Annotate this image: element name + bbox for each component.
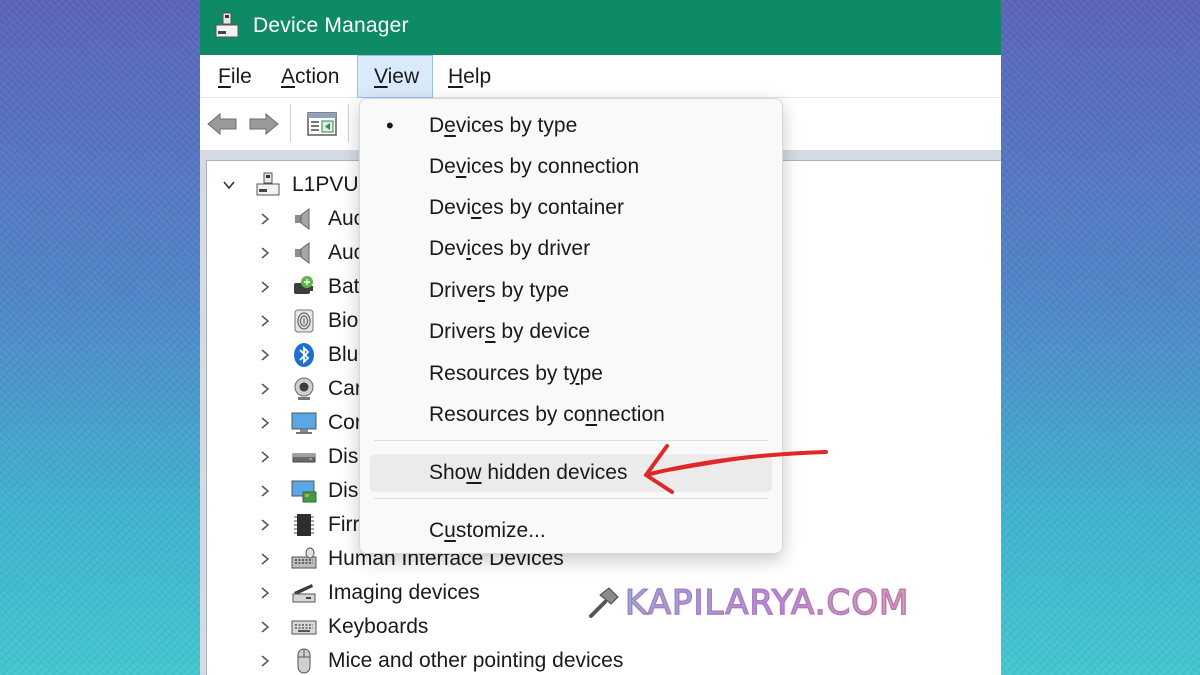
tree-item-label: Keyboards: [328, 615, 429, 638]
display-adapter-icon: [291, 478, 317, 504]
toolbar-separator: [290, 104, 291, 142]
keyboard-hid-icon: [291, 546, 317, 572]
kapilarya-watermark: KAPILARYA.COM: [585, 582, 910, 624]
chevron-down-icon[interactable]: [221, 177, 237, 193]
watermark-text: KAPILARYA.COM: [624, 582, 910, 623]
menu-file[interactable]: File: [216, 55, 254, 98]
tree-item-audio-inputs[interactable]: Auc: [257, 202, 364, 236]
chevron-right-icon[interactable]: [257, 483, 273, 499]
title-bar[interactable]: Device Manager: [200, 0, 1001, 55]
chevron-right-icon[interactable]: [257, 279, 273, 295]
chevron-right-icon[interactable]: [257, 381, 273, 397]
scanner-icon: [291, 580, 317, 606]
chevron-right-icon[interactable]: [257, 211, 273, 227]
tree-item-cameras[interactable]: Car: [257, 372, 362, 406]
tree-item-bluetooth[interactable]: Blu: [257, 338, 358, 372]
fingerprint-icon: [291, 308, 317, 334]
tree-item-keyboards[interactable]: Keyboards: [257, 610, 428, 644]
view-devices-by-container[interactable]: Devices by container: [370, 189, 772, 227]
checked-bullet-icon: •: [386, 113, 394, 138]
tree-item-biometric[interactable]: Bio: [257, 304, 358, 338]
chevron-right-icon[interactable]: [257, 551, 273, 567]
menu-view[interactable]: View: [357, 55, 433, 98]
back-arrow-icon[interactable]: [204, 106, 240, 142]
keyboard-icon: [291, 614, 317, 640]
chevron-right-icon[interactable]: [257, 653, 273, 669]
tree-item-computer[interactable]: Cor: [257, 406, 362, 440]
view-drivers-by-type[interactable]: Drivers by type: [370, 272, 772, 310]
monitor-icon: [291, 410, 317, 436]
speaker-icon: [291, 206, 317, 232]
forward-arrow-icon[interactable]: [246, 106, 282, 142]
tree-item-label: Car: [328, 377, 362, 400]
tree-item-label: Bio: [328, 309, 359, 332]
tree-item-firmware[interactable]: Firr: [257, 508, 359, 542]
tree-item-display-adapters[interactable]: Dis: [257, 474, 358, 508]
view-show-hidden-devices[interactable]: Show hidden devices: [370, 454, 772, 492]
menu-separator: [374, 440, 768, 441]
computer-icon: [255, 172, 281, 198]
tree-item-mice[interactable]: Mice and other pointing devices: [257, 644, 623, 675]
tree-root-computer[interactable]: L1PVUC: [221, 168, 374, 202]
view-menu-dropdown: • Devices by type Devices by connection …: [359, 98, 783, 554]
menu-help[interactable]: Help: [446, 55, 493, 98]
tree-item-audio-processing[interactable]: Auc: [257, 236, 364, 270]
view-devices-by-type[interactable]: • Devices by type: [370, 107, 772, 145]
view-resources-by-connection[interactable]: Resources by connection: [370, 396, 772, 434]
view-resources-by-type[interactable]: Resources by type: [370, 355, 772, 393]
tree-item-batteries[interactable]: Bat: [257, 270, 360, 304]
disk-drive-icon: [291, 444, 317, 470]
tree-item-imaging[interactable]: Imaging devices: [257, 576, 480, 610]
chevron-right-icon[interactable]: [257, 517, 273, 533]
bluetooth-icon: [291, 342, 317, 368]
menu-bar: File Action View Help: [200, 55, 1001, 98]
tree-item-label: Mice and other pointing devices: [328, 649, 624, 672]
toolbar-separator: [348, 104, 349, 142]
chevron-right-icon[interactable]: [257, 245, 273, 261]
menu-action[interactable]: Action: [279, 55, 341, 98]
chevron-right-icon[interactable]: [257, 347, 273, 363]
hammer-icon: [589, 587, 619, 618]
view-drivers-by-device[interactable]: Drivers by device: [370, 313, 772, 351]
tree-item-label: Cor: [328, 411, 362, 434]
view-devices-by-connection[interactable]: Devices by connection: [370, 148, 772, 186]
tree-item-label: Imaging devices: [328, 581, 480, 604]
view-customize[interactable]: Customize...: [370, 512, 772, 550]
tree-item-label: Bat: [328, 275, 360, 298]
battery-icon: [291, 274, 317, 300]
window-title: Device Manager: [253, 14, 409, 37]
menu-separator: [374, 498, 768, 499]
chevron-right-icon[interactable]: [257, 619, 273, 635]
tree-item-label: Dis: [328, 479, 359, 502]
tree-item-label: Firr: [328, 513, 360, 536]
chevron-right-icon[interactable]: [257, 449, 273, 465]
tree-item-disk-drives[interactable]: Dis: [257, 440, 358, 474]
firmware-chip-icon: [291, 512, 317, 538]
mouse-icon: [291, 648, 317, 674]
view-devices-by-driver[interactable]: Devices by driver: [370, 230, 772, 268]
chevron-right-icon[interactable]: [257, 313, 273, 329]
speaker-icon: [291, 240, 317, 266]
chevron-right-icon[interactable]: [257, 415, 273, 431]
device-manager-app-icon: [215, 12, 239, 38]
properties-pane-icon[interactable]: [304, 106, 340, 142]
tree-item-label: Dis: [328, 445, 359, 468]
tree-item-label: Blu: [328, 343, 359, 366]
camera-icon: [291, 376, 317, 402]
chevron-right-icon[interactable]: [257, 585, 273, 601]
